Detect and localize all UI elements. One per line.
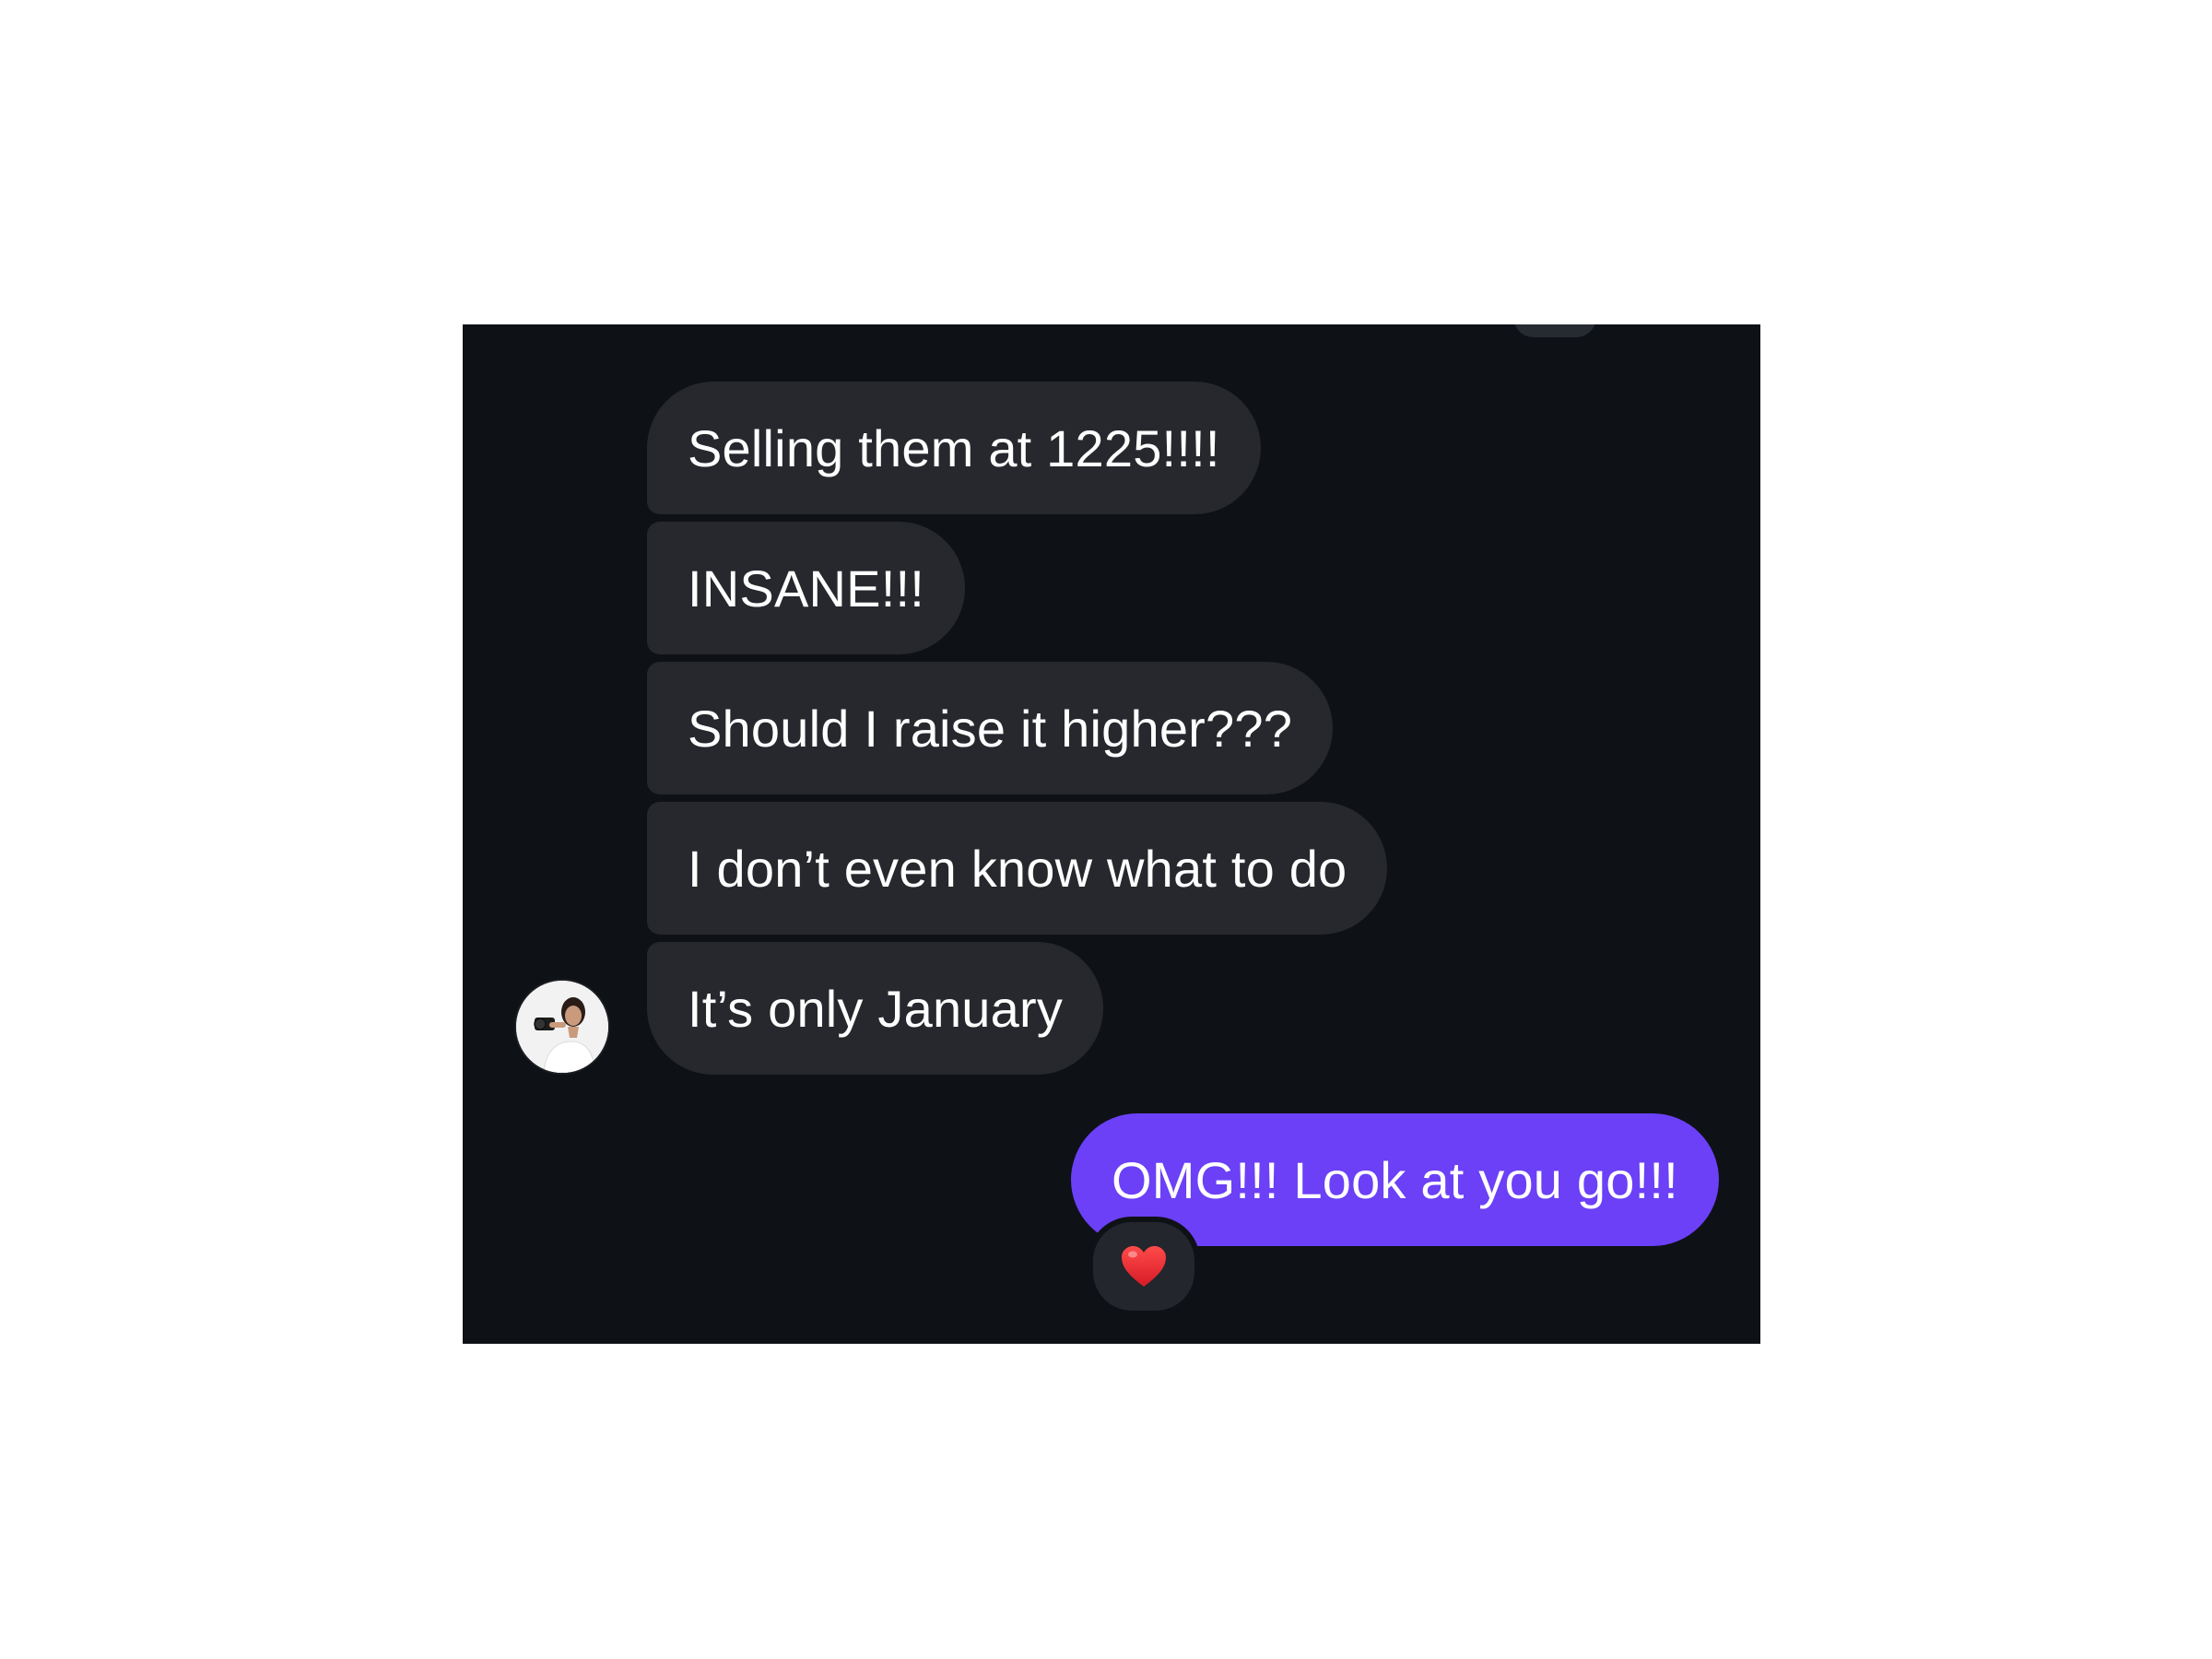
reaction-pill-partial[interactable] xyxy=(1513,324,1596,337)
message-text: INSANE!!! xyxy=(688,559,924,618)
message-bubble-incoming[interactable]: Selling them at 1225!!!! xyxy=(647,382,1261,514)
message-text: OMG!!! Look at you go!!! xyxy=(1112,1150,1678,1209)
message-text: Selling them at 1225!!!! xyxy=(688,418,1220,477)
message-bubble-incoming[interactable]: I don’t even know what to do xyxy=(647,802,1388,935)
message-text: I don’t even know what to do xyxy=(688,839,1347,898)
message-text: Should I raise it higher??? xyxy=(688,699,1293,758)
message-reaction[interactable] xyxy=(1088,1217,1200,1316)
message-bubble-incoming[interactable]: It’s only January xyxy=(647,942,1104,1075)
message-bubble-incoming[interactable]: INSANE!!! xyxy=(647,522,965,654)
message-bubble-incoming[interactable]: Should I raise it higher??? xyxy=(647,662,1334,794)
heart-icon xyxy=(1122,1246,1166,1287)
chat-thread: Selling them at 1225!!!! INSANE!!! Shoul… xyxy=(463,324,1760,1344)
profile-photo-avatar xyxy=(516,981,608,1073)
message-text: It’s only January xyxy=(688,979,1064,1038)
sender-avatar[interactable] xyxy=(514,979,610,1075)
